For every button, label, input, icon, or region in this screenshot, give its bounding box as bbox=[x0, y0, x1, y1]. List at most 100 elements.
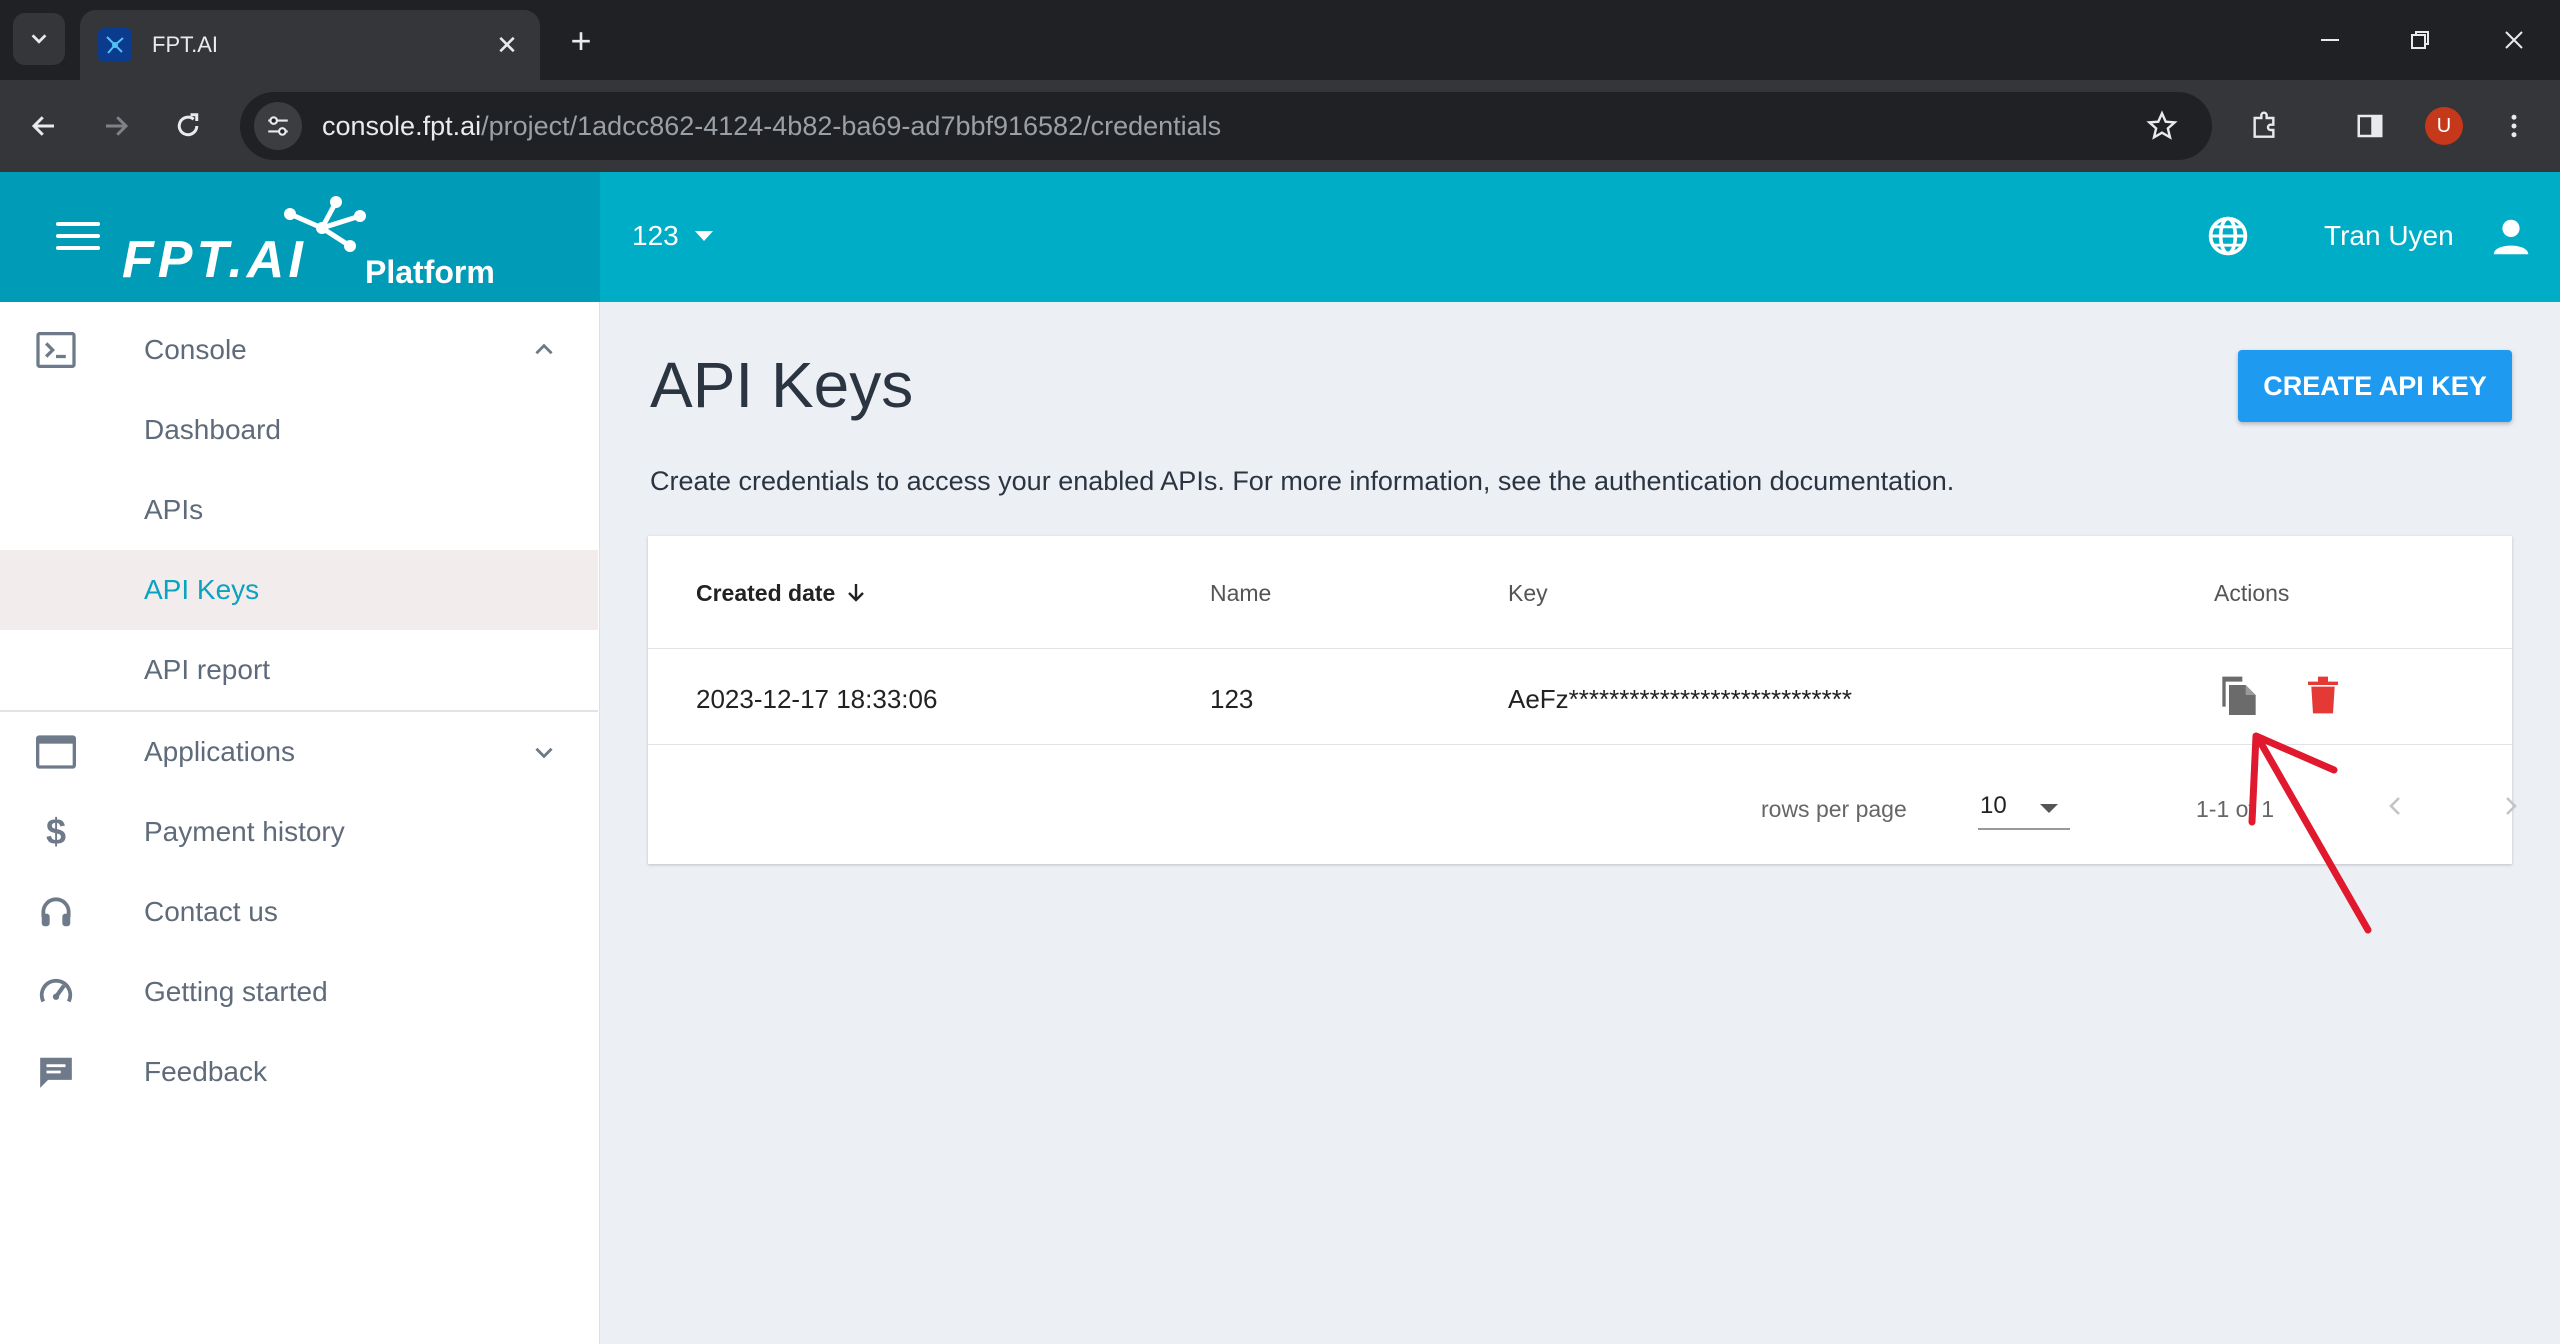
puzzle-icon bbox=[2253, 111, 2275, 138]
sidebar-item-console[interactable]: Console bbox=[0, 310, 598, 390]
restore-button[interactable] bbox=[2380, 14, 2460, 66]
row-divider bbox=[648, 744, 2512, 745]
url-path: /project/1adcc862-4124-4b82-ba69-ad7bbf9… bbox=[481, 110, 1222, 141]
column-header-created-date[interactable]: Created date bbox=[696, 580, 866, 607]
reload-button[interactable] bbox=[164, 102, 212, 150]
copy-key-button[interactable] bbox=[2216, 670, 2262, 720]
fpt-favicon-icon bbox=[98, 28, 132, 62]
copy-icon bbox=[2222, 676, 2256, 715]
sidebar-item-label: Contact us bbox=[144, 896, 278, 927]
chevron-right-icon bbox=[2506, 797, 2517, 815]
terminal-icon bbox=[34, 328, 78, 372]
dollar-icon: $ bbox=[45, 811, 67, 852]
url-host: console.fpt.ai bbox=[322, 110, 482, 141]
account-icon[interactable] bbox=[2488, 214, 2534, 260]
api-keys-table: Created date Name Key Actions 2023-12-17… bbox=[648, 536, 2517, 864]
back-button[interactable] bbox=[20, 102, 68, 150]
cell-created-date: 2023-12-17 18:33:06 bbox=[696, 684, 938, 714]
browser-menu-button[interactable] bbox=[2490, 102, 2538, 150]
sidebar: Console Dashboard APIs API Keys API repo… bbox=[0, 302, 600, 1344]
minimize-icon bbox=[2321, 39, 2339, 41]
cell-key: AeFz**************************** bbox=[1508, 684, 1852, 714]
sidebar-item-label: Feedback bbox=[144, 1056, 267, 1087]
speedometer-icon bbox=[34, 970, 78, 1014]
app-header: FPT.AI Platform 123 Tran Uyen bbox=[0, 172, 2560, 302]
project-selector[interactable]: 123 bbox=[632, 220, 713, 252]
project-name: 123 bbox=[632, 220, 679, 251]
page-description: Create credentials to access your enable… bbox=[650, 466, 1955, 496]
caret-down-icon bbox=[2040, 804, 2058, 813]
arrow-right-icon bbox=[106, 116, 129, 136]
forward-button[interactable] bbox=[92, 102, 140, 150]
sidebar-item-getting-started[interactable]: Getting started bbox=[0, 952, 598, 1032]
sidebar-item-label: API report bbox=[144, 654, 271, 685]
arrow-down-icon bbox=[847, 584, 864, 602]
main-content: API Keys CREATE API KEY Create credentia… bbox=[600, 302, 2560, 1344]
menu-toggle-icon[interactable] bbox=[56, 222, 100, 252]
sidebar-item-apis[interactable]: APIs bbox=[0, 470, 598, 550]
sidebar-item-dashboard[interactable]: Dashboard bbox=[0, 390, 598, 470]
sidebar-item-payment-history[interactable]: $ Payment history bbox=[0, 792, 598, 872]
new-tab-button[interactable]: + bbox=[556, 16, 606, 66]
close-window-button[interactable] bbox=[2474, 14, 2554, 66]
sidebar-item-label: Getting started bbox=[144, 976, 328, 1007]
caret-down-icon bbox=[694, 231, 713, 241]
more-vert-icon bbox=[2511, 114, 2517, 138]
reload-icon bbox=[177, 113, 199, 137]
sidebar-item-applications[interactable]: Applications bbox=[0, 712, 598, 792]
pagination-range: 1-1 of 1 bbox=[2196, 796, 2274, 822]
address-bar[interactable]: console.fpt.ai/project/1adcc862-4124-4b8… bbox=[240, 92, 2212, 160]
restore-icon bbox=[2411, 31, 2429, 49]
delete-key-button[interactable] bbox=[2300, 670, 2346, 720]
column-header-name: Name bbox=[1210, 580, 1272, 606]
sidebar-item-label: Payment history bbox=[144, 816, 345, 847]
row-divider bbox=[648, 648, 2512, 649]
create-api-key-button[interactable]: CREATE API KEY bbox=[2238, 350, 2512, 422]
window-icon bbox=[34, 730, 78, 774]
sidebar-item-label: Dashboard bbox=[144, 414, 281, 445]
rows-per-page-select[interactable]: 10 bbox=[1978, 784, 2070, 830]
user-name[interactable]: Tran Uyen bbox=[2324, 220, 2454, 252]
page-title: API Keys bbox=[650, 349, 914, 421]
chevron-up-icon[interactable] bbox=[524, 330, 564, 370]
sidebar-item-feedback[interactable]: Feedback bbox=[0, 1032, 598, 1112]
cell-name: 123 bbox=[1210, 684, 1254, 714]
logo-platform-label: Platform bbox=[365, 254, 495, 290]
sidebar-item-contact-us[interactable]: Contact us bbox=[0, 872, 598, 952]
browser-tab[interactable]: FPT.AI ✕ bbox=[80, 10, 540, 80]
globe-icon[interactable] bbox=[2206, 214, 2250, 258]
profile-button[interactable]: U bbox=[2420, 102, 2468, 150]
headset-icon bbox=[34, 890, 78, 934]
logo-area: FPT.AI Platform bbox=[0, 172, 600, 302]
rows-per-page-value: 10 bbox=[1980, 792, 2007, 819]
profile-avatar: U bbox=[2425, 107, 2463, 145]
trash-icon bbox=[2308, 676, 2338, 714]
minimize-button[interactable] bbox=[2290, 14, 2370, 66]
side-panel-button[interactable] bbox=[2346, 102, 2394, 150]
sidebar-item-api-keys[interactable]: API Keys bbox=[0, 550, 598, 630]
browser-tab-bar: FPT.AI ✕ + bbox=[0, 0, 2560, 80]
tab-close-icon[interactable]: ✕ bbox=[492, 30, 522, 61]
close-icon bbox=[2505, 31, 2523, 49]
browser-toolbar: console.fpt.ai/project/1adcc862-4124-4b8… bbox=[0, 80, 2560, 172]
star-icon bbox=[2146, 110, 2178, 140]
chevron-left-icon bbox=[2389, 797, 2400, 815]
previous-page-button[interactable] bbox=[2376, 786, 2416, 826]
tab-search-button[interactable] bbox=[13, 13, 65, 65]
feedback-icon bbox=[34, 1050, 78, 1094]
sidebar-item-label: APIs bbox=[144, 494, 204, 525]
sidebar-item-label: Applications bbox=[144, 736, 295, 767]
logo-text: FPT.AI bbox=[122, 231, 307, 289]
next-page-button[interactable] bbox=[2490, 786, 2530, 826]
sidebar-item-api-report[interactable]: API report bbox=[0, 630, 598, 710]
site-info-button[interactable] bbox=[254, 102, 302, 150]
extensions-button[interactable] bbox=[2240, 102, 2288, 150]
bookmark-star-button[interactable] bbox=[2140, 104, 2184, 148]
column-header-key: Key bbox=[1508, 580, 1548, 606]
rows-per-page-label: rows per page bbox=[1761, 796, 1907, 822]
sidebar-item-label: Console bbox=[144, 334, 247, 365]
column-header-label: Created date bbox=[696, 580, 836, 606]
chevron-down-icon[interactable] bbox=[524, 732, 564, 772]
arrow-left-icon bbox=[31, 116, 54, 136]
side-panel-icon bbox=[2357, 114, 2383, 138]
